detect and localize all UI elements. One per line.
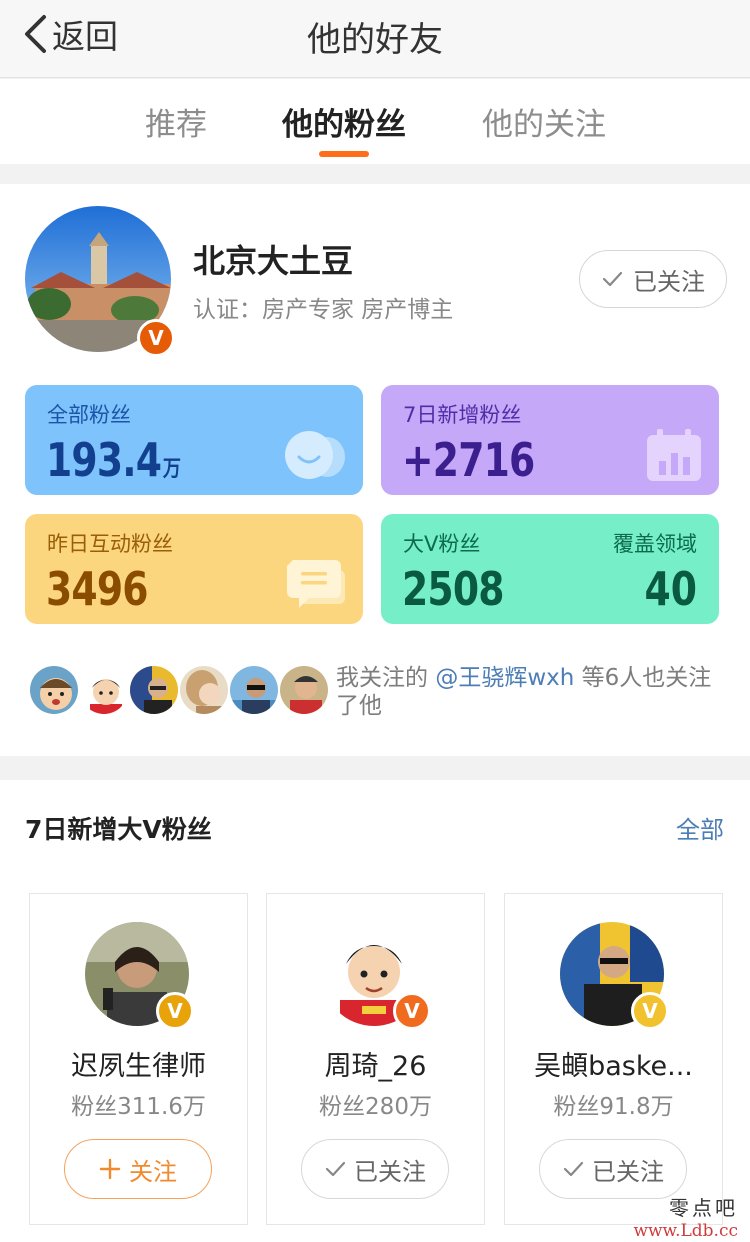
mutual-avatar	[128, 664, 180, 716]
page-title: 他的好友	[307, 20, 443, 60]
stat-domain-value: 40	[644, 562, 697, 616]
user-name: 吴頔baske...	[534, 1051, 693, 1082]
user-fans-count: 粉丝311.6万	[71, 1094, 206, 1120]
big-v-card[interactable]: V 吴頔baske... 粉丝91.8万 已关注	[504, 893, 723, 1225]
verified-badge-icon: V	[631, 992, 669, 1030]
watermark-line1: 零点吧	[669, 1196, 738, 1220]
stat-domain-label: 覆盖领域	[613, 532, 697, 556]
stat-all-fans-value: 193.4万	[46, 433, 181, 487]
profile-name: 北京大土豆	[193, 242, 354, 280]
see-all-link[interactable]: 全部	[676, 810, 724, 845]
mutual-user-link[interactable]: @王骁辉wxh	[435, 665, 574, 691]
stat-yesterday-label: 昨日互动粉丝	[47, 532, 173, 556]
calendar-chart-icon	[647, 429, 701, 481]
mutual-follows[interactable]: 我关注的 @王骁辉wxh 等6人也关注了他	[28, 664, 728, 720]
stat-big-v-value: 2508	[402, 562, 505, 616]
chat-bubble-icon	[287, 560, 345, 608]
active-tab-indicator	[319, 151, 369, 157]
followed-button[interactable]: 已关注	[301, 1139, 449, 1199]
top-bar: 返回 他的好友	[0, 0, 750, 78]
mutual-avatar	[78, 664, 130, 716]
tab-his-following[interactable]: 他的关注	[482, 99, 606, 144]
mutual-avatar	[28, 664, 80, 716]
verified-badge-icon: V	[137, 319, 175, 357]
stat-new-7d-value: +2716	[402, 433, 535, 487]
tab-his-fans[interactable]: 他的粉丝	[282, 99, 406, 144]
mutual-avatar	[278, 664, 330, 716]
stat-yesterday-interactive[interactable]: 昨日互动粉丝 3496	[25, 514, 363, 624]
mutual-prefix: 我关注的	[336, 665, 428, 691]
big-v-card[interactable]: V 迟夙生律师 粉丝311.6万 关注	[29, 893, 248, 1225]
user-name: 周琦_26	[324, 1051, 427, 1082]
follow-button[interactable]: 关注	[64, 1139, 212, 1199]
followed-label: 已关注	[633, 267, 705, 296]
check-icon	[325, 1161, 346, 1177]
mutual-follows-text: 我关注的 @王骁辉wxh 等6人也关注了他	[336, 664, 726, 720]
verified-badge-icon: V	[156, 992, 194, 1030]
stat-new-7d-label: 7日新增粉丝	[403, 403, 522, 427]
verified-badge-icon: V	[393, 992, 431, 1030]
big-v-card[interactable]: V 周琦_26 粉丝280万 已关注	[266, 893, 485, 1225]
check-icon	[563, 1161, 584, 1177]
stat-new-7d[interactable]: 7日新增粉丝 +2716	[381, 385, 719, 495]
followed-label: 已关注	[592, 1157, 664, 1186]
followed-label: 已关注	[354, 1157, 426, 1186]
followed-button[interactable]: 已关注	[539, 1139, 687, 1199]
tab-bar: 推荐 他的粉丝 他的关注	[0, 79, 750, 164]
user-name: 迟夙生律师	[71, 1051, 206, 1082]
user-fans-count: 粉丝91.8万	[553, 1094, 674, 1120]
followed-button[interactable]: 已关注	[579, 250, 727, 308]
stat-big-v-label: 大V粉丝	[403, 532, 481, 556]
fans-group-icon	[285, 431, 345, 479]
follow-label: 关注	[129, 1157, 177, 1186]
stat-yesterday-value: 3496	[46, 562, 149, 616]
section-title: 7日新增大V粉丝	[25, 815, 212, 844]
mutual-avatar	[178, 664, 230, 716]
stat-all-fans-label: 全部粉丝	[47, 403, 131, 427]
watermark: 零点吧 www.Ldb.cc	[633, 1192, 738, 1241]
profile-certification: 认证：房产专家 房产博主	[193, 297, 454, 323]
plus-icon	[99, 1158, 121, 1180]
stat-big-v-fans[interactable]: 大V粉丝 覆盖领域 2508 40	[381, 514, 719, 624]
watermark-line2: www.Ldb.cc	[633, 1221, 738, 1241]
tab-recommend[interactable]: 推荐	[145, 99, 207, 144]
stat-all-fans[interactable]: 全部粉丝 193.4万	[25, 385, 363, 495]
check-icon	[602, 271, 623, 287]
user-fans-count: 粉丝280万	[319, 1094, 432, 1120]
mutual-avatar	[228, 664, 280, 716]
